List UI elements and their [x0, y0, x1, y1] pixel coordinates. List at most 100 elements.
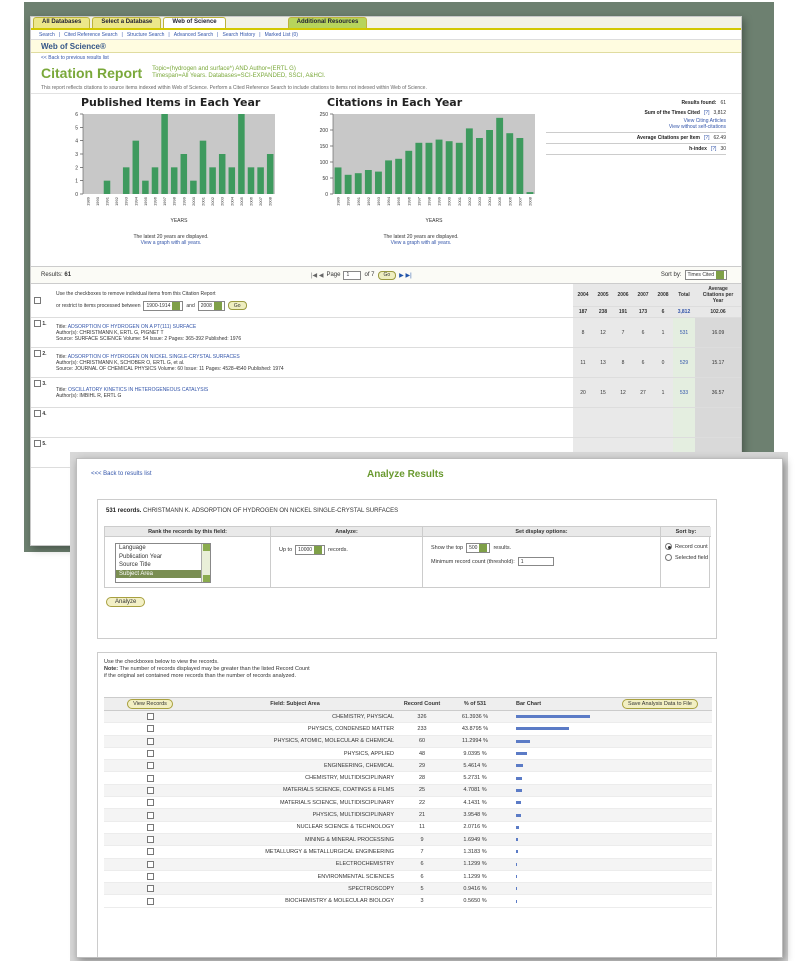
select-all-checkbox[interactable]: [34, 297, 41, 304]
sort-selected-field-label: Selected field: [675, 554, 709, 561]
record-year-count: [593, 407, 613, 438]
view-records-button[interactable]: View Records: [127, 699, 173, 709]
record-percent: 1.1299 %: [463, 861, 487, 868]
page-go-button[interactable]: Go: [377, 270, 397, 280]
year-header: 2004: [573, 284, 593, 307]
record-total-link[interactable]: [673, 407, 695, 438]
record-total-link[interactable]: 531: [673, 317, 695, 348]
avg-help-link[interactable]: [?]: [704, 135, 710, 141]
y-tick-label: 250: [320, 112, 329, 118]
link-search[interactable]: Search: [39, 32, 55, 38]
y-tick-label: 0: [75, 192, 78, 198]
x-tick-label: 2007: [517, 196, 522, 206]
x-tick-label: 1996: [153, 196, 158, 206]
record-count: 29: [418, 762, 426, 769]
published-all-years-link[interactable]: View a graph with all years.: [81, 240, 261, 246]
percent-bar: [516, 825, 519, 829]
scroll-down-icon[interactable]: [203, 575, 210, 582]
view-record-checkbox[interactable]: [146, 774, 154, 782]
percent-bar: [516, 752, 527, 756]
sum-help-link[interactable]: [?]: [704, 110, 710, 116]
record-checkbox[interactable]: [34, 350, 41, 357]
back-to-results-link[interactable]: << Back to previous results list: [31, 53, 741, 63]
tab-all-databases[interactable]: All Databases: [33, 17, 91, 28]
record-total-link[interactable]: 529: [673, 347, 695, 378]
avg-per-year-header: Average Citations per Year: [695, 284, 741, 307]
view-record-checkbox[interactable]: [146, 860, 154, 868]
dropdown-arrow-icon: [716, 271, 724, 279]
total-2008: 6: [653, 306, 673, 318]
analysis-row: PHYSICS, APPLIED 48 9.0395 %: [104, 748, 712, 761]
link-advanced-search[interactable]: Advanced Search: [174, 32, 213, 38]
listbox-scrollbar[interactable]: [201, 544, 210, 582]
min-count-input[interactable]: 1: [517, 557, 554, 566]
view-without-self-citations-link[interactable]: View without self-citations: [669, 124, 726, 130]
view-record-checkbox[interactable]: [146, 873, 154, 880]
link-cited-reference-search[interactable]: Cited Reference Search: [64, 32, 117, 38]
view-record-checkbox[interactable]: [146, 713, 154, 721]
record-total-link[interactable]: 533: [673, 377, 695, 408]
x-tick-label: 1994: [386, 196, 391, 206]
link-search-history[interactable]: Search History: [222, 32, 255, 38]
sort-by-select[interactable]: Times Cited: [684, 270, 727, 280]
sort-record-count-radio[interactable]: [665, 543, 672, 550]
record-source: SURFACE SCIENCE Volume: 54 Issue: 2 Page…: [74, 335, 242, 342]
record-checkbox[interactable]: [34, 440, 41, 447]
record-checkbox[interactable]: [34, 320, 41, 327]
view-record-checkbox[interactable]: [146, 823, 154, 831]
analyze-button[interactable]: Analyze: [106, 597, 146, 607]
first-prev-page-icon[interactable]: |◀ ◀: [311, 272, 323, 279]
view-record-checkbox[interactable]: [146, 897, 154, 905]
view-record-checkbox[interactable]: [146, 750, 154, 758]
rank-field-listbox[interactable]: Language Publication Year Source Title S…: [115, 543, 211, 583]
x-tick-label: 1995: [396, 196, 401, 206]
x-tick-label: 2002: [210, 196, 215, 206]
link-structure-search[interactable]: Structure Search: [127, 32, 165, 38]
bar: [344, 174, 352, 194]
citations-chart: 0 50 100 150 200 250 1989 1990 1991 1992 1993 1994 1…: [320, 112, 535, 224]
record-checkbox[interactable]: [34, 380, 41, 387]
citations-all-years-link[interactable]: View a graph with all years.: [331, 240, 511, 246]
record-count: 28: [418, 775, 426, 782]
scroll-up-icon[interactable]: [203, 544, 210, 551]
back-to-results-list-link[interactable]: <<< Back to results list: [91, 471, 152, 477]
next-last-page-icon[interactable]: ▶ ▶|: [399, 272, 411, 279]
view-record-checkbox[interactable]: [146, 762, 154, 770]
to-year-select[interactable]: 2008: [197, 300, 225, 311]
sort-selected-field-radio[interactable]: [665, 554, 672, 561]
field-option[interactable]: Publication Year: [116, 553, 210, 562]
tab-additional-resources[interactable]: Additional Resources: [287, 17, 368, 28]
link-marked-list[interactable]: Marked List (0): [265, 32, 298, 38]
grand-average: 102.06: [695, 306, 741, 318]
page-number-input[interactable]: 1: [343, 270, 362, 280]
tab-select-database[interactable]: Select a Database: [92, 17, 162, 28]
view-record-checkbox[interactable]: [146, 737, 154, 745]
from-year-select[interactable]: 1900-1914: [143, 300, 184, 311]
view-record-checkbox[interactable]: [146, 725, 154, 733]
save-analysis-button[interactable]: Save Analysis Data to File: [622, 699, 698, 709]
field-option[interactable]: Language: [116, 544, 210, 553]
x-tick-label: 1989: [85, 196, 90, 206]
record-count: 48: [418, 750, 426, 757]
field-option-selected[interactable]: Subject Area: [116, 569, 210, 579]
restrict-go-button[interactable]: Go: [227, 301, 247, 310]
view-record-checkbox[interactable]: [146, 836, 154, 844]
view-record-checkbox[interactable]: [146, 786, 154, 794]
view-record-checkbox[interactable]: [146, 799, 154, 807]
record-year-count: 11: [573, 347, 593, 378]
record-year-count: 12: [613, 377, 633, 408]
y-tick-label: 3: [75, 152, 78, 158]
bar: [228, 167, 236, 194]
show-top-select[interactable]: 500: [466, 543, 491, 553]
field-option[interactable]: Source Title: [116, 561, 210, 570]
analyze-header: Analyze:: [271, 527, 422, 537]
percent-column-header: % of 531: [463, 701, 487, 707]
record-checkbox[interactable]: [34, 410, 41, 417]
view-record-checkbox[interactable]: [146, 885, 154, 893]
tab-web-of-science[interactable]: Web of Science: [163, 17, 226, 28]
view-record-checkbox[interactable]: [146, 811, 154, 819]
h-index-help-link[interactable]: [?]: [711, 146, 717, 152]
y-tick-label: 50: [322, 176, 328, 182]
up-to-select[interactable]: 10000: [295, 545, 326, 555]
view-record-checkbox[interactable]: [146, 848, 154, 856]
